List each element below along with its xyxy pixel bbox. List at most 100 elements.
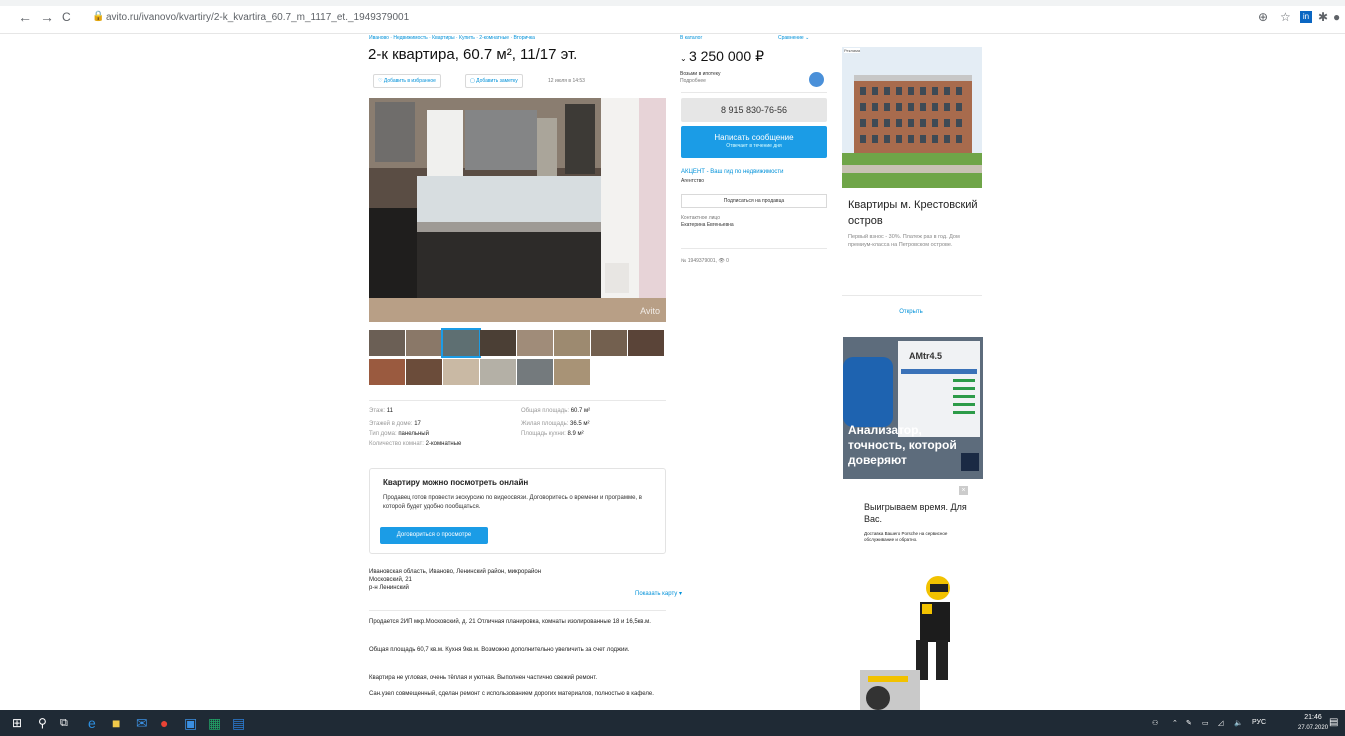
response-time: Отвечает в течение дня: [726, 143, 782, 149]
windows-start-icon[interactable]: ⊞: [12, 715, 22, 731]
profile-icon[interactable]: ●: [1333, 10, 1340, 24]
divider: [369, 610, 666, 611]
divider: [681, 248, 827, 249]
ad-open-link[interactable]: Открыть: [840, 309, 982, 315]
mortgage-details[interactable]: Подробнее: [680, 78, 706, 84]
page-content: Иваново · Недвижимость · Квартиры · Купи…: [0, 34, 1345, 710]
description-paragraph: Общая площадь 60,7 кв.м. Кухня 9кв.м. Во…: [369, 647, 630, 653]
thumbnail[interactable]: [480, 330, 516, 356]
add-note-label: Добавить заметку: [476, 78, 518, 84]
description-paragraph: Продается 2ИП мкр.Московский, д. 21 Отли…: [369, 619, 651, 625]
ad-heading: Квартиры м. Крестовский остров: [848, 199, 978, 227]
volume-icon[interactable]: 🔈: [1234, 719, 1243, 727]
mail-icon[interactable]: ✉: [136, 715, 148, 731]
thumbnail[interactable]: [517, 330, 553, 356]
task-view-icon[interactable]: ⧉: [60, 715, 68, 731]
write-message-button[interactable]: Написать сообщение Отвечает в течение дн…: [681, 126, 827, 158]
district: р-н Ленинский: [369, 585, 409, 591]
thumbnail[interactable]: [554, 359, 590, 385]
building-image: [842, 47, 982, 188]
main-photo[interactable]: Avito: [369, 98, 666, 322]
thumbnail[interactable]: [406, 330, 442, 356]
thumbnail[interactable]: [591, 330, 627, 356]
store-icon[interactable]: ■: [112, 715, 120, 731]
thumbnail[interactable]: [406, 359, 442, 385]
address-line: Ивановская область, Иваново, Ленинский р…: [369, 569, 542, 575]
subscribe-seller-button[interactable]: Подписаться на продавца: [681, 194, 827, 208]
ad-heading: Выигрываем время. Для Вас.: [864, 502, 967, 524]
param-floors-total: Этажей в доме: 17: [369, 421, 421, 427]
ad-caption: Анализатор, точность, которой доверяют: [848, 423, 957, 467]
catalog-link[interactable]: В каталог: [680, 35, 702, 41]
extensions-icon[interactable]: ✱: [1318, 10, 1328, 24]
motorcyclist-image: [860, 576, 950, 710]
ad-banner-analyzer[interactable]: AMtr4.5 Анализатор, точность, которой до…: [843, 337, 983, 479]
thumbnail[interactable]: [517, 359, 553, 385]
people-icon[interactable]: ⚇: [1152, 719, 1158, 727]
address: Ивановская область, Иваново, Ленинский р…: [369, 568, 609, 592]
zoom-icon[interactable]: ⊕: [1258, 10, 1268, 24]
add-note-button[interactable]: ▢ Добавить заметку: [465, 74, 523, 88]
network-icon[interactable]: ◿: [1218, 719, 1223, 727]
breadcrumb[interactable]: Иваново · Недвижимость · Квартиры · Купи…: [369, 35, 535, 41]
bookmark-star-icon[interactable]: ☆: [1280, 10, 1291, 24]
param-living-area: Жилая площадь: 36.5 м²: [521, 421, 590, 427]
address-bar[interactable]: 🔒 avito.ru/ivanovo/kvartiry/2-k_kvartira…: [88, 8, 1236, 28]
thumbnail[interactable]: [443, 359, 479, 385]
linkedin-extension-icon[interactable]: in: [1300, 11, 1312, 23]
online-viewing-card: Квартиру можно посмотреть онлайн Продаве…: [369, 468, 666, 554]
write-message-label: Написать сообщение: [714, 133, 794, 142]
page-title: 2-к квартира, 60.7 м², 11/17 эт.: [368, 46, 578, 63]
pen-icon[interactable]: ✎: [1186, 719, 1192, 727]
ad-number: № 1949379001, 👁 0: [681, 258, 729, 264]
battery-icon[interactable]: ▭: [1202, 719, 1209, 727]
word-icon[interactable]: ▤: [232, 715, 245, 731]
clock-date: 27.07.2020: [1298, 725, 1329, 731]
reload-icon[interactable]: C: [62, 10, 71, 24]
browser-toolbar: ← → C 🔒 avito.ru/ivanovo/kvartiry/2-k_kv…: [0, 0, 1345, 34]
price-dropdown-icon[interactable]: ⌄: [680, 54, 689, 63]
description-paragraph: Сан.узел совмещенный, сделан ремонт с ис…: [369, 691, 654, 697]
forward-icon[interactable]: →: [40, 10, 54, 24]
show-map-link[interactable]: Показать карту ▾: [635, 590, 682, 597]
edge-browser-icon[interactable]: e: [88, 715, 96, 731]
back-icon[interactable]: ←: [18, 10, 32, 24]
mortgage-link[interactable]: Возьми в ипотеку: [680, 71, 721, 77]
divider: [369, 400, 666, 401]
ad-banner-porsche[interactable]: × Выигрываем время. Для Вас. Доставка Ва…: [856, 486, 968, 710]
param-kitchen-area: Площадь кухни: 8.9 м²: [521, 431, 584, 437]
thumbnail-selected[interactable]: [441, 328, 481, 358]
search-icon[interactable]: ⚲: [38, 715, 47, 731]
divider: [842, 295, 982, 296]
windows-taskbar: ⊞ ⚲ ⧉ e ■ ✉ ● ▣ ▦ ▤ ⚇ ⌃ ✎ ▭ ◿ 🔈 РУС 21:4…: [0, 710, 1345, 736]
thumbnail[interactable]: [554, 330, 590, 356]
arrange-viewing-button[interactable]: Договориться о просмотре: [380, 527, 488, 544]
description-paragraph: Квартира не угловая, очень тёплая и уютн…: [369, 675, 598, 681]
ad-text: Первый взнос - 30%. Платеж раз в год. До…: [848, 234, 960, 248]
online-viewing-text: Продавец готов провести экскурсию по вид…: [383, 495, 642, 510]
divider: [681, 92, 827, 93]
ad-banner-residential[interactable]: Реклама Квартиры м. Крестовский остров П…: [840, 47, 982, 335]
compare-link[interactable]: Сравнение ⌄: [778, 35, 809, 41]
thumbnail[interactable]: [628, 330, 664, 356]
add-favorite-label: Добавить в избранное: [383, 78, 436, 84]
show-phone-button[interactable]: 8 915 830-76-56: [681, 98, 827, 122]
param-total-area: Общая площадь: 60.7 м²: [521, 408, 591, 414]
notifications-icon[interactable]: ▤: [1329, 717, 1338, 728]
show-hidden-icons-icon[interactable]: ⌃: [1172, 719, 1178, 727]
language-indicator[interactable]: РУС: [1252, 719, 1266, 726]
param-house-type: Тип дома: панельный: [369, 431, 429, 437]
tab-strip: [0, 0, 1345, 6]
price: ⌄ 3 250 000 ₽: [680, 48, 765, 64]
thumbnail[interactable]: [480, 359, 516, 385]
seller-name[interactable]: АКЦЕНТ - Ваш гид по недвижимости: [681, 169, 784, 175]
thumbnail[interactable]: [369, 330, 405, 356]
add-favorite-button[interactable]: ♡ Добавить в избранное: [373, 74, 441, 88]
chrome-icon[interactable]: ●: [160, 715, 168, 731]
photos-icon[interactable]: ▣: [184, 715, 197, 731]
ad-close-icon[interactable]: ×: [959, 486, 968, 495]
system-clock[interactable]: 21:46 27.07.2020: [1298, 713, 1328, 733]
thumbnail[interactable]: [369, 359, 405, 385]
excel-icon[interactable]: ▦: [208, 715, 221, 731]
contact-label: Контактное лицо: [681, 215, 721, 221]
